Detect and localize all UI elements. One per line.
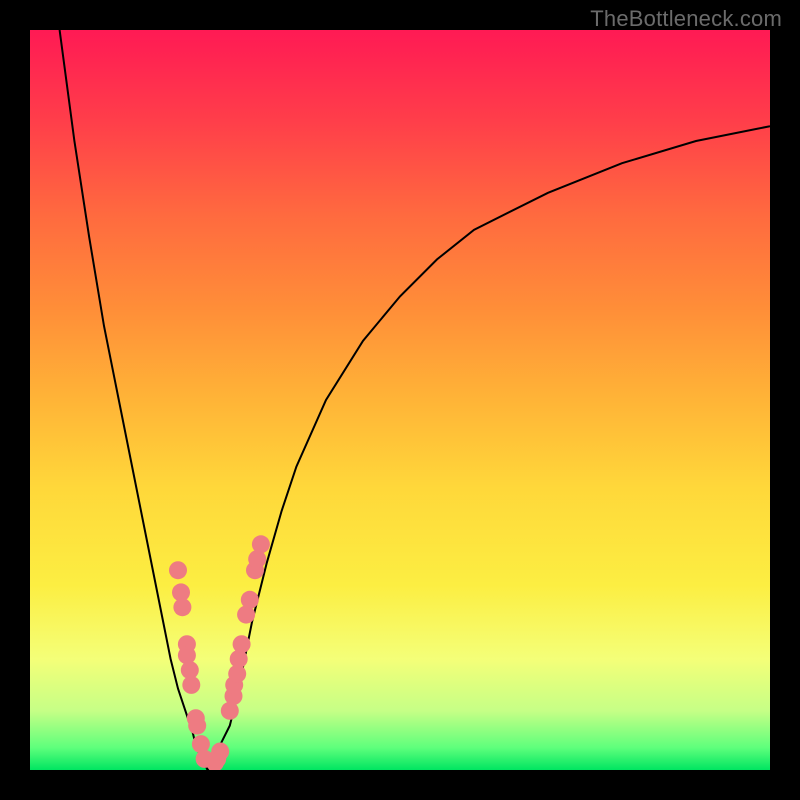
chart-frame: TheBottleneck.com <box>0 0 800 800</box>
plot-area <box>30 30 770 770</box>
curve-right-branch <box>208 126 770 770</box>
marker-dot <box>188 717 206 735</box>
marker-dot <box>211 743 229 761</box>
marker-dot <box>169 561 187 579</box>
marker-dot <box>173 598 191 616</box>
marker-dot <box>182 676 200 694</box>
watermark-text: TheBottleneck.com <box>590 6 782 32</box>
marker-dot <box>233 635 251 653</box>
marker-dot <box>252 535 270 553</box>
marker-dots <box>169 535 270 770</box>
series-lines <box>60 30 770 770</box>
marker-dot <box>241 591 259 609</box>
chart-svg <box>30 30 770 770</box>
